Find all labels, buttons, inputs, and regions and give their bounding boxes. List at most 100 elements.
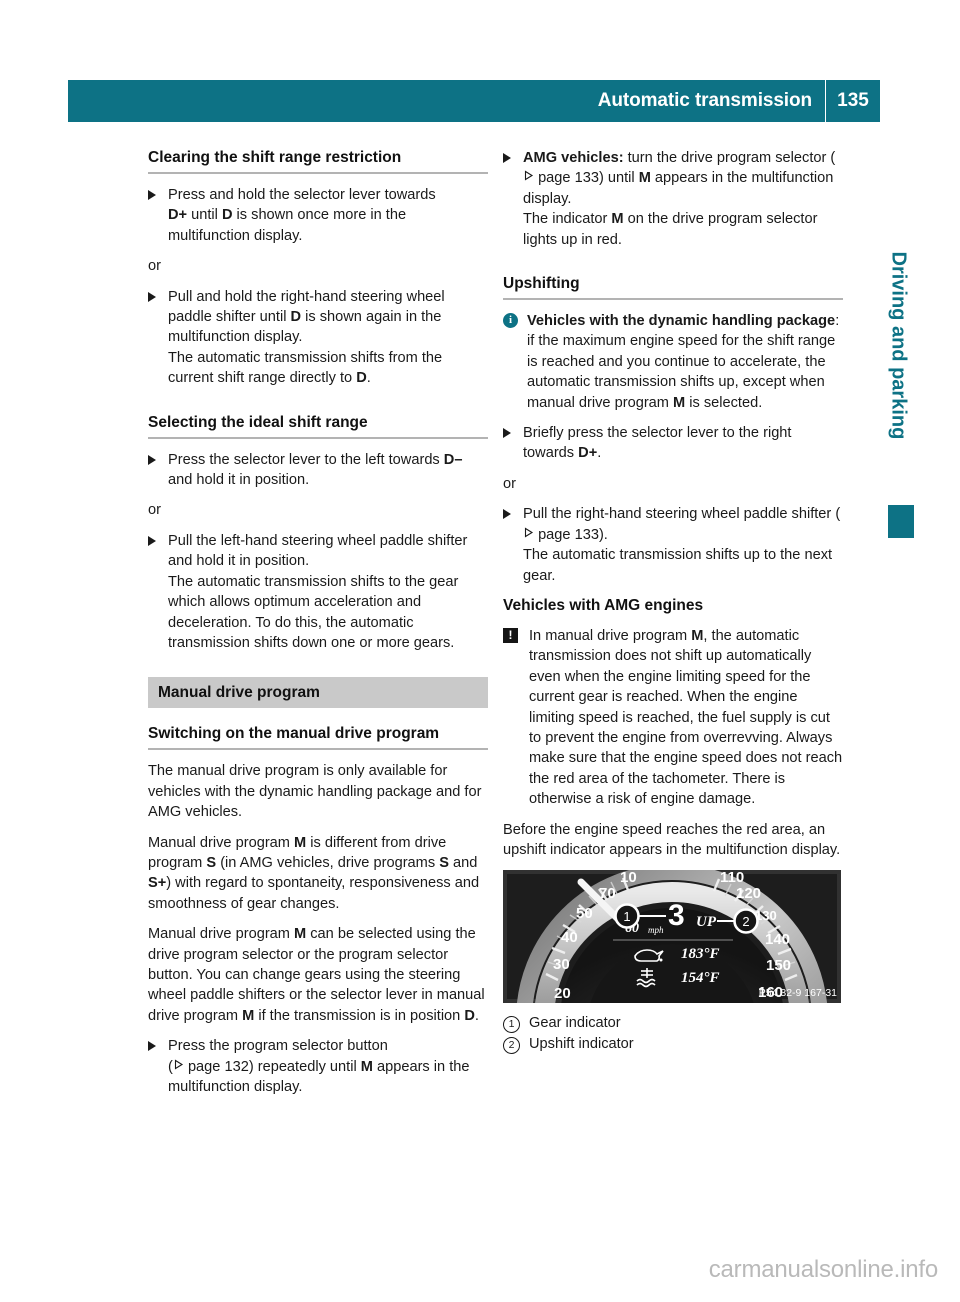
p2-a: Manual drive program (148, 834, 295, 851)
r-step2-bold-dplus: D+ (578, 445, 598, 462)
page-ref-label-132: page 132 (187, 1058, 249, 1075)
step-result-2b: . (366, 370, 371, 387)
step-text-1a: Press and hold the selector lever toward… (168, 187, 436, 203)
heading-switching-on-manual-drive-program: Switching on the manual drive program (148, 724, 488, 751)
p2-bold-s2: S (439, 854, 449, 871)
triangle-bullet-icon (148, 190, 156, 200)
p2-d: (in AMG vehicles, drive programs (216, 854, 440, 871)
list-item: Pull the left-hand steering wheel paddle… (148, 531, 488, 653)
tick-label-70: 70 (599, 885, 616, 902)
page-number: 135 (837, 90, 869, 111)
page-title: Automatic transmission (597, 90, 812, 111)
page-reference-133-a[interactable]: page 133 (523, 170, 599, 186)
r-step3-a: Pull the right-hand steering wheel paddl… (523, 506, 841, 523)
r-step1-bold-m: M (638, 170, 651, 187)
tick-label-110b: 10 (620, 870, 637, 886)
list-item: AMG vehicles: turn the drive program sel… (503, 148, 843, 250)
page-reference-133-b[interactable]: page 133 (523, 527, 599, 543)
step-text-3a: Press the selector lever to the left tow… (168, 451, 444, 468)
step-bold-d: D (221, 207, 233, 224)
tick-label-120: 120 (736, 885, 761, 902)
figure-image-code: P54.32-9 167-31 (759, 987, 837, 999)
info-icon: i (503, 313, 518, 329)
triangle-bullet-icon (503, 509, 511, 520)
p3-bold-d: D (464, 1007, 475, 1024)
list-item: Press and hold the selector lever toward… (148, 185, 488, 246)
chapter-side-tab-label: Driving and parking (887, 251, 910, 440)
svg-text:3: 3 (668, 899, 684, 932)
r-step2-b: . (597, 445, 602, 462)
step-result-bold-d: D (356, 370, 367, 387)
or-separator-2: or (148, 502, 161, 519)
page-reference-132[interactable]: ( page 132 (168, 1059, 249, 1075)
paragraph-m-vs-s: Manual drive program M is different from… (148, 833, 488, 915)
r-step3-b: ). (598, 526, 608, 543)
digital-speed-unit: mph (648, 925, 664, 935)
triangle-bullet-icon (148, 535, 156, 546)
figure-legend-item-1: 1 Gear indicator (503, 1013, 843, 1034)
r-step1-a: turn the drive program selector ( (623, 150, 836, 166)
or-separator-right: or (503, 475, 516, 492)
heading-upshifting: Upshifting (503, 274, 843, 301)
paragraph-availability: The manual drive program is only availab… (148, 763, 482, 821)
page-header-bar: Automatic transmission 135 (68, 80, 880, 122)
r-step1-result-bold-m: M (611, 211, 624, 228)
page-ref-label-133a: page 133 (538, 170, 599, 187)
step-text-5a: Press the program selector button (168, 1038, 388, 1055)
page-ref-arrow-icon (524, 527, 534, 538)
tick-label-30: 30 (553, 956, 570, 973)
instrument-cluster-illustration: 20 30 40 50 70 10 110 120 130 140 150 16… (503, 870, 841, 1004)
figure-legend-item-2: 2 Upshift indicator (503, 1034, 843, 1055)
warn-a: In manual drive program (529, 627, 692, 644)
p3-e: . (474, 1007, 479, 1024)
step-text-3b: and hold it in position. (168, 472, 310, 489)
list-item: Pull and hold the right-hand steering wh… (148, 287, 488, 389)
figure-legend-label-2: Upshift indicator (529, 1036, 634, 1053)
page-ref-arrow-icon (524, 170, 534, 181)
note-bold-lead: Vehicles with the dynamic handling packa… (527, 313, 836, 330)
tick-label-20: 20 (554, 985, 571, 1002)
tick-label-110: 110 (720, 870, 744, 886)
amg-vehicles-label: AMG vehicles: (523, 150, 624, 166)
step-bold-dplus: D+ (168, 207, 188, 224)
p2-f: ) with regard to spontaneity, responsive… (148, 875, 480, 912)
step-text-4a: Pull the left-hand steering wheel paddle… (168, 532, 468, 570)
coolant-temp-value: 154°F (681, 970, 720, 986)
info-note-dynamic-handling: i Vehicles with the dynamic handling pac… (503, 311, 843, 413)
list-item: Pull the right-hand steering wheel paddl… (503, 504, 843, 586)
oil-temp-value: 183°F (681, 946, 720, 962)
step-result-4: The automatic transmission shifts to the… (168, 573, 459, 651)
p2-bold-m: M (294, 834, 307, 851)
heading-vehicles-with-amg-engines: Vehicles with AMG engines (503, 596, 704, 614)
list-item: Press the selector lever to the left tow… (148, 450, 488, 491)
tick-label-40: 40 (561, 929, 578, 946)
heading-clearing-shift-range: Clearing the shift range restriction (148, 148, 488, 174)
step-result-2a: The automatic transmission shifts from t… (168, 349, 443, 387)
right-text-column: AMG vehicles: turn the drive program sel… (503, 148, 843, 1055)
callout-2-number: 2 (742, 914, 749, 929)
triangle-bullet-icon (148, 454, 156, 465)
step-bold-d2: D (290, 309, 302, 326)
page-ref-arrow-icon (174, 1059, 183, 1070)
triangle-bullet-icon (503, 428, 511, 439)
callout-circle-2: 2 (503, 1037, 520, 1055)
section-banner-manual-drive-program: Manual drive program (148, 677, 488, 709)
heading-selecting-ideal-shift-range: Selecting the ideal shift range (148, 413, 488, 439)
r-step1-result-a: The indicator (523, 211, 612, 228)
step-text-1b: until (187, 207, 222, 224)
step-text-5b: ) repeatedly until (248, 1058, 361, 1075)
r-step2-a: Briefly press the selector lever to the … (523, 425, 792, 462)
warn-bold-m: M (691, 627, 704, 644)
or-separator-1: or (148, 258, 161, 275)
note-tail: is selected. (685, 394, 763, 411)
p2-bold-s: S (206, 854, 217, 871)
step-bold-m: M (360, 1058, 373, 1075)
site-watermark: carmanualsonline.info (708, 1256, 938, 1283)
gear-indicator-display: 3 (668, 899, 686, 932)
chapter-side-tab-marker (888, 505, 914, 538)
figure-legend-label-1: Gear indicator (529, 1015, 621, 1032)
step-bold-dminus: D– (443, 451, 463, 468)
callout-circle-1: 1 (503, 1016, 520, 1034)
r-step3-result: The automatic transmission shifts up to … (523, 547, 833, 584)
tick-label-150: 150 (766, 957, 791, 974)
